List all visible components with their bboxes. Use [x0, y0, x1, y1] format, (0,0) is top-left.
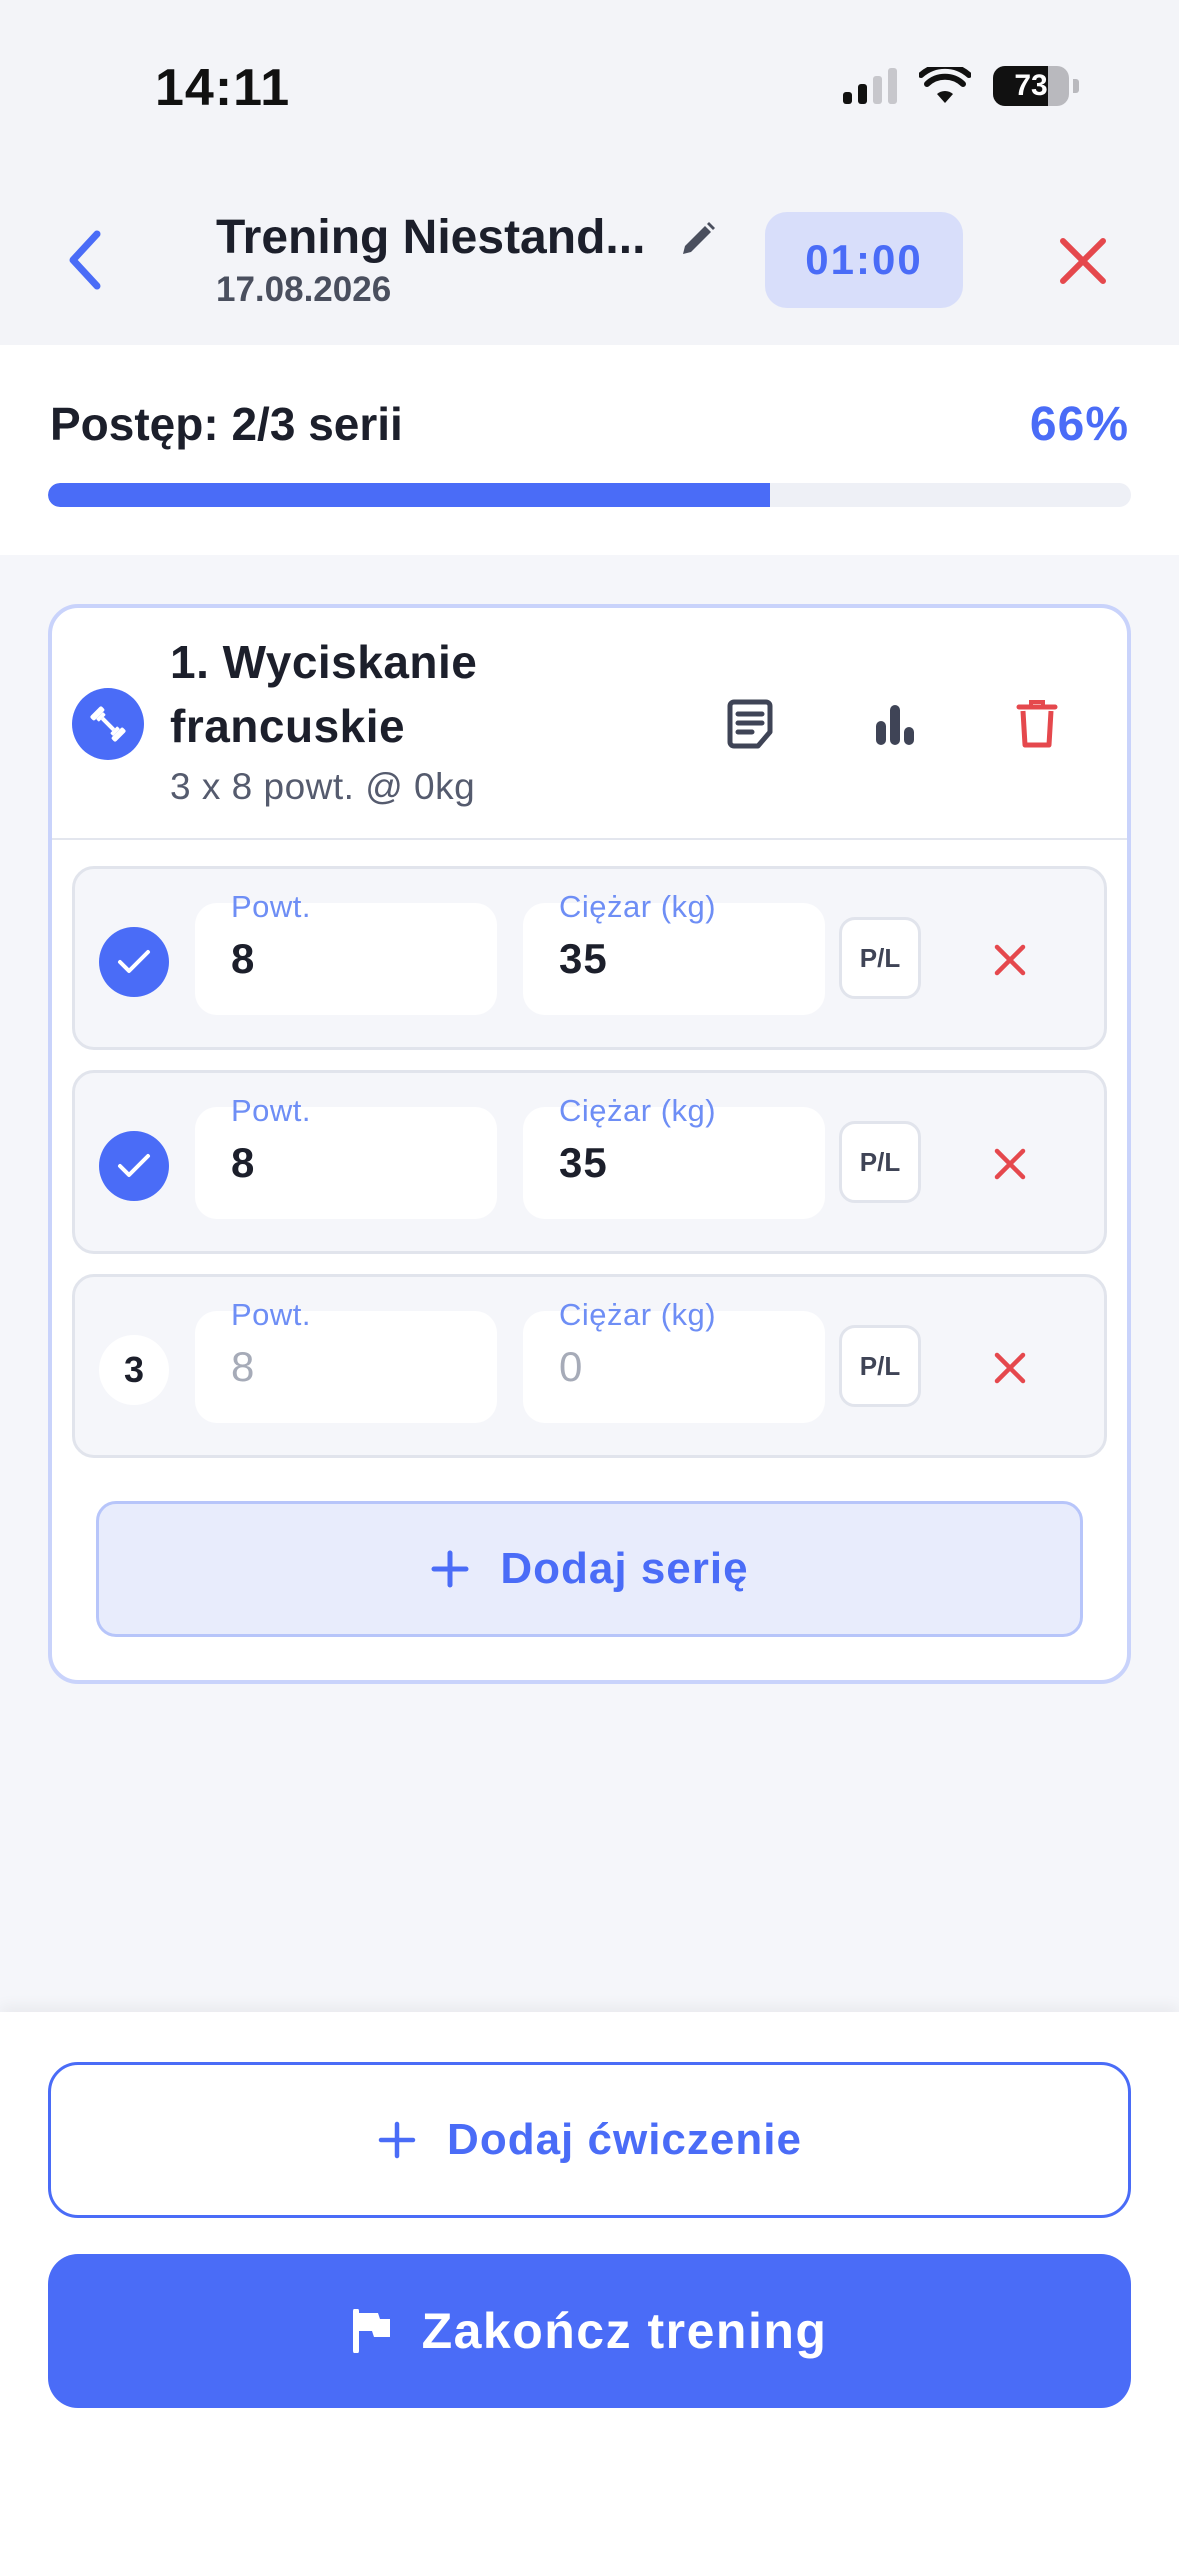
finish-workout-button[interactable]: Zakończ trening: [48, 2254, 1131, 2408]
progress-bar-fill: [48, 483, 771, 507]
status-icons: 73: [843, 66, 1079, 106]
reps-field[interactable]: Powt. 8: [195, 889, 497, 1015]
exercise-card: 1. Wyciskanie francuskie 3 x 8 powt. @ 0…: [48, 604, 1131, 1684]
set-completed-toggle[interactable]: [99, 927, 169, 997]
set-completed-toggle[interactable]: [99, 1131, 169, 1201]
reps-label: Powt.: [231, 889, 312, 924]
side-toggle-button[interactable]: P/L: [839, 1325, 921, 1407]
weight-label: Ciężar (kg): [559, 1093, 717, 1128]
trash-icon: [1016, 700, 1058, 748]
add-set-label: Dodaj serię: [500, 1544, 749, 1593]
weight-field[interactable]: Ciężar (kg) 35: [523, 1093, 825, 1219]
weight-field[interactable]: Ciężar (kg) 35: [523, 889, 825, 1015]
notes-button[interactable]: [720, 694, 780, 754]
status-bar: 14:11 73: [0, 0, 1179, 170]
pencil-icon[interactable]: [675, 218, 719, 262]
add-exercise-button[interactable]: Dodaj ćwiczenie: [48, 2062, 1131, 2218]
reps-label: Powt.: [231, 1297, 312, 1332]
stats-icon: [876, 705, 914, 745]
notes-icon: [727, 699, 773, 749]
weight-placeholder: 0: [559, 1343, 584, 1390]
side-toggle-button[interactable]: P/L: [839, 1121, 921, 1203]
weight-field[interactable]: Ciężar (kg) 0: [523, 1297, 825, 1423]
reps-field[interactable]: Powt. 8: [195, 1093, 497, 1219]
dumbbell-icon: [72, 688, 144, 760]
stats-button[interactable]: [865, 694, 925, 754]
reps-value: 8: [231, 935, 256, 982]
set-number-toggle[interactable]: 3: [99, 1335, 169, 1405]
check-icon: [118, 1154, 150, 1177]
workout-title[interactable]: Trening Niestand...: [216, 210, 645, 265]
exercise-title: 1. Wyciskanie francuskie: [170, 636, 478, 752]
flag-icon: [352, 2309, 390, 2353]
reps-field[interactable]: Powt. 8: [195, 1297, 497, 1423]
wifi-icon: [919, 67, 971, 103]
set-row: Powt. 8 Ciężar (kg) 35 P/L: [72, 866, 1107, 1050]
weight-value: 35: [559, 935, 608, 982]
battery-tip: [1073, 79, 1079, 93]
delete-set-icon[interactable]: [987, 1345, 1033, 1391]
progress-percent: 66%: [1029, 398, 1129, 451]
workout-date: 17.08.2026: [216, 270, 392, 309]
back-button[interactable]: [55, 225, 115, 295]
cellular-signal-icon: [843, 68, 897, 104]
battery-level: 73: [1014, 69, 1048, 102]
progress-label: Postęp: 2/3 serii: [50, 398, 403, 450]
delete-exercise-button[interactable]: [1007, 694, 1067, 754]
add-exercise-label: Dodaj ćwiczenie: [447, 2115, 802, 2164]
add-set-button[interactable]: Dodaj serię: [96, 1501, 1083, 1637]
exercise-summary: 3 x 8 powt. @ 0kg: [170, 766, 476, 807]
set-row: Powt. 8 Ciężar (kg) 35 P/L: [72, 1070, 1107, 1254]
reps-label: Powt.: [231, 1093, 312, 1128]
exercise-header: 1. Wyciskanie francuskie 3 x 8 powt. @ 0…: [52, 608, 1127, 840]
bottom-action-panel: Dodaj ćwiczenie Zakończ trening: [0, 2012, 1179, 2556]
check-icon: [118, 950, 150, 973]
weight-label: Ciężar (kg): [559, 889, 717, 924]
progress-bar: [48, 483, 1131, 507]
plus-icon: [431, 1550, 469, 1588]
weight-label: Ciężar (kg): [559, 1297, 717, 1332]
battery-indicator: 73: [993, 66, 1069, 106]
status-time: 14:11: [155, 59, 291, 117]
reps-value: 8: [231, 1139, 256, 1186]
plus-icon: [378, 2121, 416, 2159]
workout-header: Trening Niestand... 17.08.2026 01:00: [0, 170, 1179, 345]
progress-panel: Postęp: 2/3 serii 66%: [0, 345, 1179, 555]
side-toggle-button[interactable]: P/L: [839, 917, 921, 999]
close-icon[interactable]: [1055, 233, 1111, 289]
reps-placeholder: 8: [231, 1343, 256, 1390]
set-row: 3 Powt. 8 Ciężar (kg) 0 P/L: [72, 1274, 1107, 1458]
rest-timer[interactable]: 01:00: [765, 212, 963, 308]
weight-value: 35: [559, 1139, 608, 1186]
delete-set-icon[interactable]: [987, 1141, 1033, 1187]
finish-workout-label: Zakończ trening: [421, 2303, 828, 2359]
delete-set-icon[interactable]: [987, 937, 1033, 983]
back-chevron-icon: [69, 230, 101, 290]
